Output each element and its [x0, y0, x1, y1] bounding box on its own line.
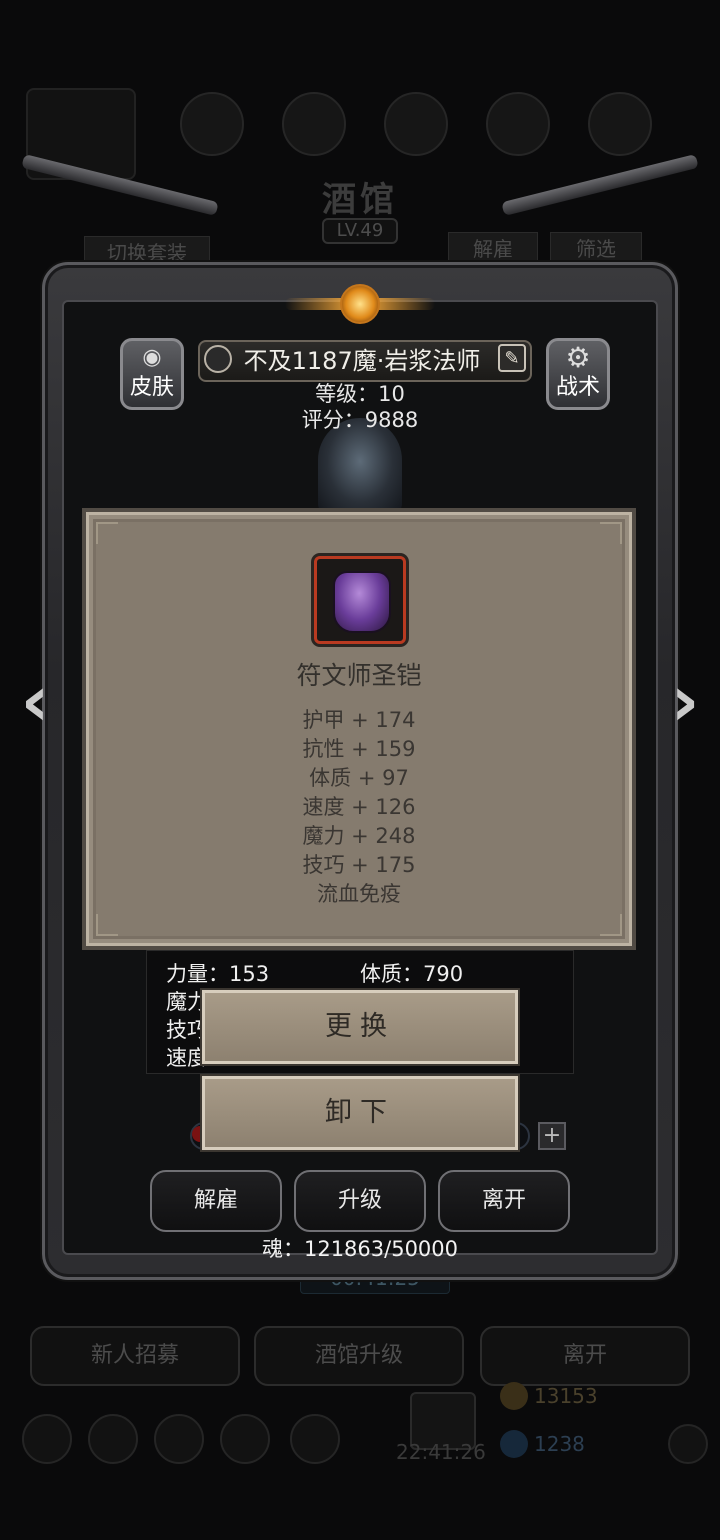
upgrade-button[interactable]: 升级 [294, 1170, 426, 1232]
background-clock: 22:41:26 [396, 1440, 486, 1464]
rename-edit-icon[interactable]: ✎ [498, 344, 526, 372]
dismiss-button[interactable]: 解雇 [150, 1170, 282, 1232]
add-exp-button[interactable]: + [538, 1122, 566, 1150]
strength-stat: 力量：153 [166, 962, 270, 986]
magic-stat: 魔力 [166, 990, 204, 1014]
card-corner-tr [600, 522, 622, 544]
background-nav-icon-2 [88, 1414, 138, 1464]
background-nav-icon-5 [290, 1414, 340, 1464]
item-stat: 技巧 + 175 [302, 853, 416, 877]
card-corner-br [600, 914, 622, 936]
tactics-button-label: 战术 [555, 375, 600, 400]
background-skill-icon-4 [486, 92, 550, 156]
item-stat: 魔力 + 248 [302, 824, 416, 848]
skill-stat: 技巧 [166, 1018, 204, 1042]
gear-icon: ⚙ [565, 341, 591, 374]
background-currency-2: 1238 [534, 1432, 585, 1456]
background-nav-icon-4 [220, 1414, 270, 1464]
speed-stat: 速度 [166, 1046, 204, 1070]
background-nav-icon-1 [22, 1414, 72, 1464]
background-filter-tab: 筛选 [550, 232, 642, 262]
item-stat: 流血免疫 [317, 882, 401, 906]
item-stat: 抗性 + 159 [302, 737, 416, 761]
next-hero-arrow[interactable]: › [658, 660, 712, 746]
background-level: LV.49 [322, 218, 398, 244]
background-currency-1: 13153 [534, 1384, 598, 1408]
shirt-icon: ◉ [142, 345, 162, 370]
background-nav-icon-3 [154, 1414, 204, 1464]
hero-score: 评分：9888 [301, 408, 419, 432]
frame-emblem-icon [340, 284, 380, 324]
background-title: 酒馆 [322, 180, 398, 220]
background-leave-button: 离开 [480, 1326, 690, 1386]
item-stat: 护甲 + 174 [302, 708, 416, 732]
constitution-stat: 体质：790 [360, 962, 464, 986]
background-gem-icon [500, 1430, 528, 1458]
background-skill-icon-1 [180, 92, 244, 156]
frame-spike-right [501, 154, 699, 216]
hero-name: 不及1187魔·岩浆法师 [243, 347, 481, 375]
background-gold-icon [500, 1382, 528, 1410]
soul-counter: 魂：121863/50000 [261, 1237, 459, 1261]
tactics-button[interactable]: ⚙ 战术 [546, 338, 610, 410]
background-skill-icon-2 [282, 92, 346, 156]
background-dismiss-tab: 解雇 [448, 232, 538, 262]
item-name: 符文师圣铠 [296, 661, 422, 690]
skin-button[interactable]: ◉ 皮肤 [120, 338, 184, 410]
background-skill-icon-3 [384, 92, 448, 156]
background-recruit-button: 新人招募 [30, 1326, 240, 1386]
skin-button-label: 皮肤 [129, 375, 174, 400]
card-corner-tl [96, 522, 118, 544]
background-add-icon [668, 1424, 708, 1464]
rank-medal-icon [204, 345, 232, 373]
previous-hero-arrow[interactable]: ‹ [8, 660, 62, 746]
background-skill-icon-5 [588, 92, 652, 156]
item-stat: 速度 + 126 [302, 795, 416, 819]
background-tavern-upgrade-button: 酒馆升级 [254, 1326, 464, 1386]
item-stats-list: 护甲 + 174 抗性 + 159 体质 + 97 速度 + 126 魔力 + … [186, 706, 532, 909]
armor-icon [333, 571, 391, 633]
leave-button[interactable]: 离开 [438, 1170, 570, 1232]
item-icon-frame [314, 556, 406, 644]
unequip-button[interactable]: 卸下 [202, 1076, 518, 1150]
card-corner-bl [96, 914, 118, 936]
replace-button[interactable]: 更换 [202, 990, 518, 1064]
item-stat: 体质 + 97 [309, 766, 409, 790]
